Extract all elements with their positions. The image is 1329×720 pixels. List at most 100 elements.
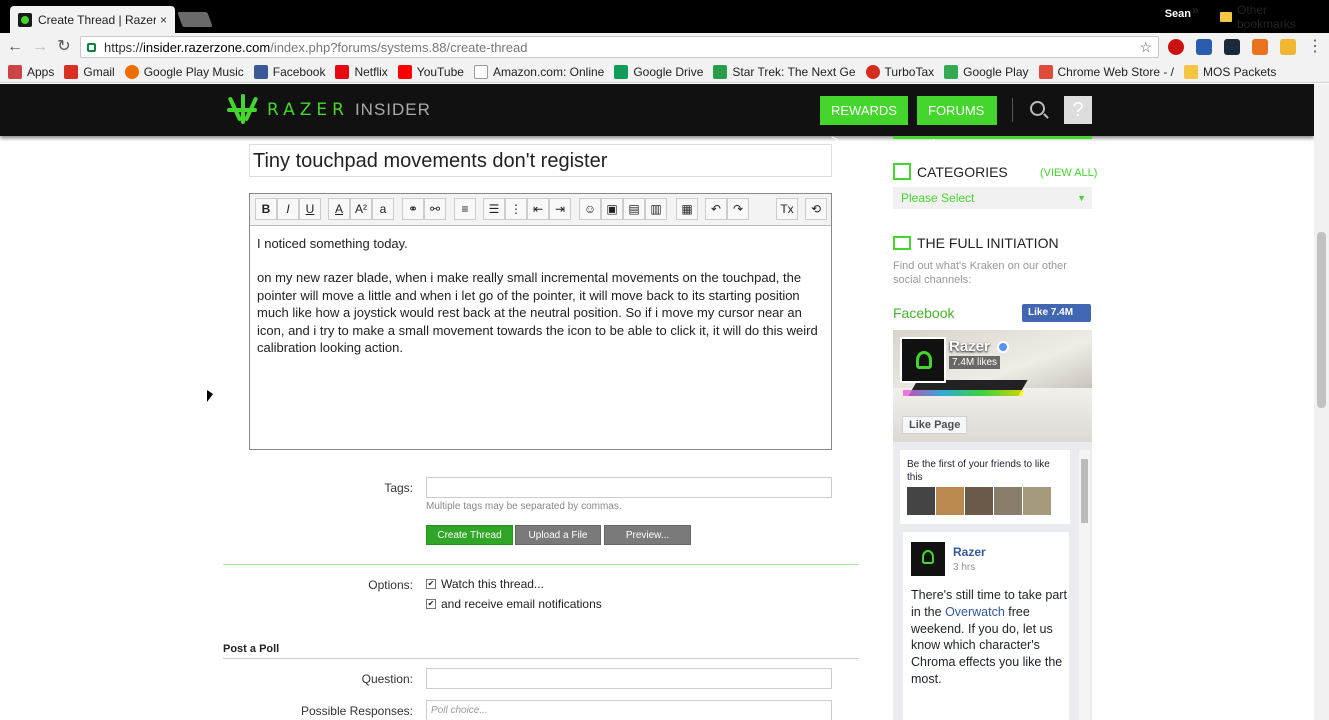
email-notifications-checkbox[interactable]: ✔ and receive email notifications	[426, 597, 602, 611]
list-icon	[893, 163, 911, 180]
razer-insider-logo[interactable]: RAZER INSIDER	[225, 94, 431, 126]
bookmark-chrome-web-store[interactable]: Chrome Web Store - /	[1038, 64, 1174, 79]
watch-thread-checkbox[interactable]: ✔ Watch this thread...	[426, 577, 544, 591]
facebook-cover[interactable]: Razer 7.4M likes Like Page	[893, 330, 1092, 442]
bookmark-google-play[interactable]: Google Play	[944, 64, 1029, 79]
italic-button[interactable]: I	[277, 198, 299, 220]
bookmark-gmail[interactable]: Gmail	[64, 64, 115, 79]
like-page-button[interactable]: Like Page	[902, 416, 968, 434]
insider-text: INSIDER	[354, 100, 431, 119]
facebook-label[interactable]: Facebook	[893, 305, 954, 321]
insert-icon[interactable]: ▥	[645, 198, 667, 220]
browser-toolbar: ← → ↻ https://insider.razerzone.com/inde…	[0, 33, 1329, 61]
post-avatar[interactable]	[911, 542, 945, 576]
download-extension-icon[interactable]	[1196, 39, 1212, 55]
font-family-button[interactable]: a	[372, 198, 394, 220]
reload-icon[interactable]: ↻	[55, 38, 73, 56]
opera-extension-icon[interactable]	[1168, 39, 1184, 55]
address-bar[interactable]: https://insider.razerzone.com/index.php?…	[80, 36, 1159, 58]
align-icon[interactable]: ≡	[454, 198, 476, 220]
bookmark-facebook[interactable]: Facebook	[253, 64, 325, 79]
url-text: https://insider.razerzone.com/index.php?…	[104, 39, 528, 55]
thread-title-input[interactable]: Tiny touchpad movements don't register	[249, 144, 832, 177]
back-icon[interactable]: ←	[6, 38, 24, 56]
page-scrollbar[interactable]	[1314, 84, 1329, 720]
smilie-icon[interactable]: ☺	[579, 198, 601, 220]
bookmarks-overflow-button[interactable]: »	[1192, 3, 1199, 17]
search-icon[interactable]	[1030, 101, 1045, 116]
post-poll-heading: Post a Poll	[223, 643, 280, 655]
sidebar-top-strip	[893, 136, 1092, 139]
upload-file-button[interactable]: Upload a File	[515, 525, 601, 545]
bookmark-netflix[interactable]: Netflix	[335, 64, 388, 79]
link-icon[interactable]: ⚭	[402, 198, 424, 220]
tab-close-icon[interactable]: ×	[160, 13, 167, 27]
browser-tab[interactable]: Create Thread | Razer Ins ×	[10, 6, 175, 33]
unlink-icon[interactable]: ⚯	[424, 198, 446, 220]
rich-text-editor[interactable]: B I U A A² a ⚭ ⚯ ≡ ☰ ⋮ ⇤ ⇥ ☺ ▣ ▤ ▥ ▦ ↶ ↷…	[249, 193, 832, 450]
razer-page-avatar[interactable]	[900, 337, 946, 383]
other-bookmarks[interactable]: Other bookmarks	[1220, 3, 1329, 31]
image-icon[interactable]: ▣	[601, 198, 623, 220]
editor-content[interactable]: I noticed something today. on my new raz…	[250, 226, 831, 382]
tags-input[interactable]	[426, 477, 832, 498]
bookmark-star-trek[interactable]: Star Trek: The Next Ge	[713, 64, 856, 79]
profile-name[interactable]: Sean	[1165, 8, 1191, 20]
bookmark-star-icon[interactable]: ☆	[1139, 39, 1152, 56]
poll-choice-input[interactable]: Poll choice...	[426, 700, 832, 720]
bookmark-youtube[interactable]: YouTube	[397, 64, 464, 79]
view-all-link[interactable]: (VIEW ALL)	[1040, 167, 1097, 179]
post-time: 3 hrs	[953, 562, 976, 573]
user-avatar[interactable]: ?	[1064, 96, 1092, 124]
folder-icon	[1220, 12, 1232, 22]
preview-button[interactable]: Preview...	[604, 525, 691, 545]
save-draft-icon[interactable]: ▦	[676, 198, 698, 220]
dropdown-caret-icon: ▼	[1077, 193, 1086, 203]
font-size-button[interactable]: A²	[350, 198, 372, 220]
facebook-scrollbar[interactable]	[1079, 450, 1090, 720]
options-label: Options:	[368, 578, 413, 592]
facebook-like-button[interactable]: Like 7.4M	[1022, 304, 1091, 322]
facebook-likes-count: 7.4M likes	[949, 356, 1001, 369]
bookmark-google-drive[interactable]: Google Drive	[614, 64, 703, 79]
site-header: RAZER INSIDER REWARDS > FORUMS > ?	[0, 84, 1314, 147]
remove-format-icon[interactable]: Tx	[776, 198, 798, 220]
folder-extension-icon[interactable]	[1252, 39, 1268, 55]
tags-label: Tags:	[384, 481, 413, 495]
new-tab-button[interactable]	[177, 12, 213, 27]
overwatch-link[interactable]: Overwatch	[945, 605, 1005, 619]
bookmark-turbotax[interactable]: TurboTax	[865, 64, 934, 79]
rewards-button[interactable]: REWARDS >	[820, 96, 908, 147]
outdent-icon[interactable]: ⇤	[527, 198, 549, 220]
bookmark-google-play-music[interactable]: Google Play Music	[124, 64, 244, 79]
bookmark-apps[interactable]: Apps	[8, 64, 54, 79]
text-color-button[interactable]: A	[328, 198, 350, 220]
create-thread-button[interactable]: Create Thread	[426, 525, 513, 545]
menu-icon[interactable]: ⋮	[1306, 38, 1324, 56]
facebook-friends-box: Be the first of your friends to like thi…	[900, 450, 1070, 524]
question-label: Question:	[361, 672, 413, 686]
numbered-list-icon[interactable]: ⋮	[505, 198, 527, 220]
bullet-list-icon[interactable]: ☰	[483, 198, 505, 220]
initiation-heading: THE FULL INITIATION	[893, 235, 1059, 251]
media-icon[interactable]: ▤	[623, 198, 645, 220]
underline-button[interactable]: U	[299, 198, 321, 220]
camera-extension-icon[interactable]	[1224, 39, 1240, 55]
bookmark-mos-packets[interactable]: MOS Packets	[1183, 64, 1276, 79]
category-select[interactable]: Please Select ▼	[893, 187, 1092, 209]
bold-button[interactable]: B	[255, 198, 277, 220]
forums-button[interactable]: FORUMS >	[917, 96, 997, 147]
checkbox-checked-icon[interactable]: ✔	[426, 599, 436, 609]
redo-icon[interactable]: ↷	[727, 198, 749, 220]
profile-extension-icon[interactable]	[1280, 39, 1296, 55]
checkbox-checked-icon[interactable]: ✔	[426, 579, 436, 589]
poll-question-input[interactable]	[426, 668, 832, 689]
facebook-page-name[interactable]: Razer	[949, 338, 990, 355]
post-author[interactable]: Razer	[953, 545, 986, 559]
undo-icon[interactable]: ↶	[705, 198, 727, 220]
bookmark-amazon[interactable]: Amazon.com: Online	[473, 64, 604, 79]
toggle-bbcode-icon[interactable]: ⟲	[805, 198, 827, 220]
indent-icon[interactable]: ⇥	[549, 198, 571, 220]
forward-icon[interactable]: →	[31, 38, 49, 56]
header-separator	[1012, 98, 1013, 122]
